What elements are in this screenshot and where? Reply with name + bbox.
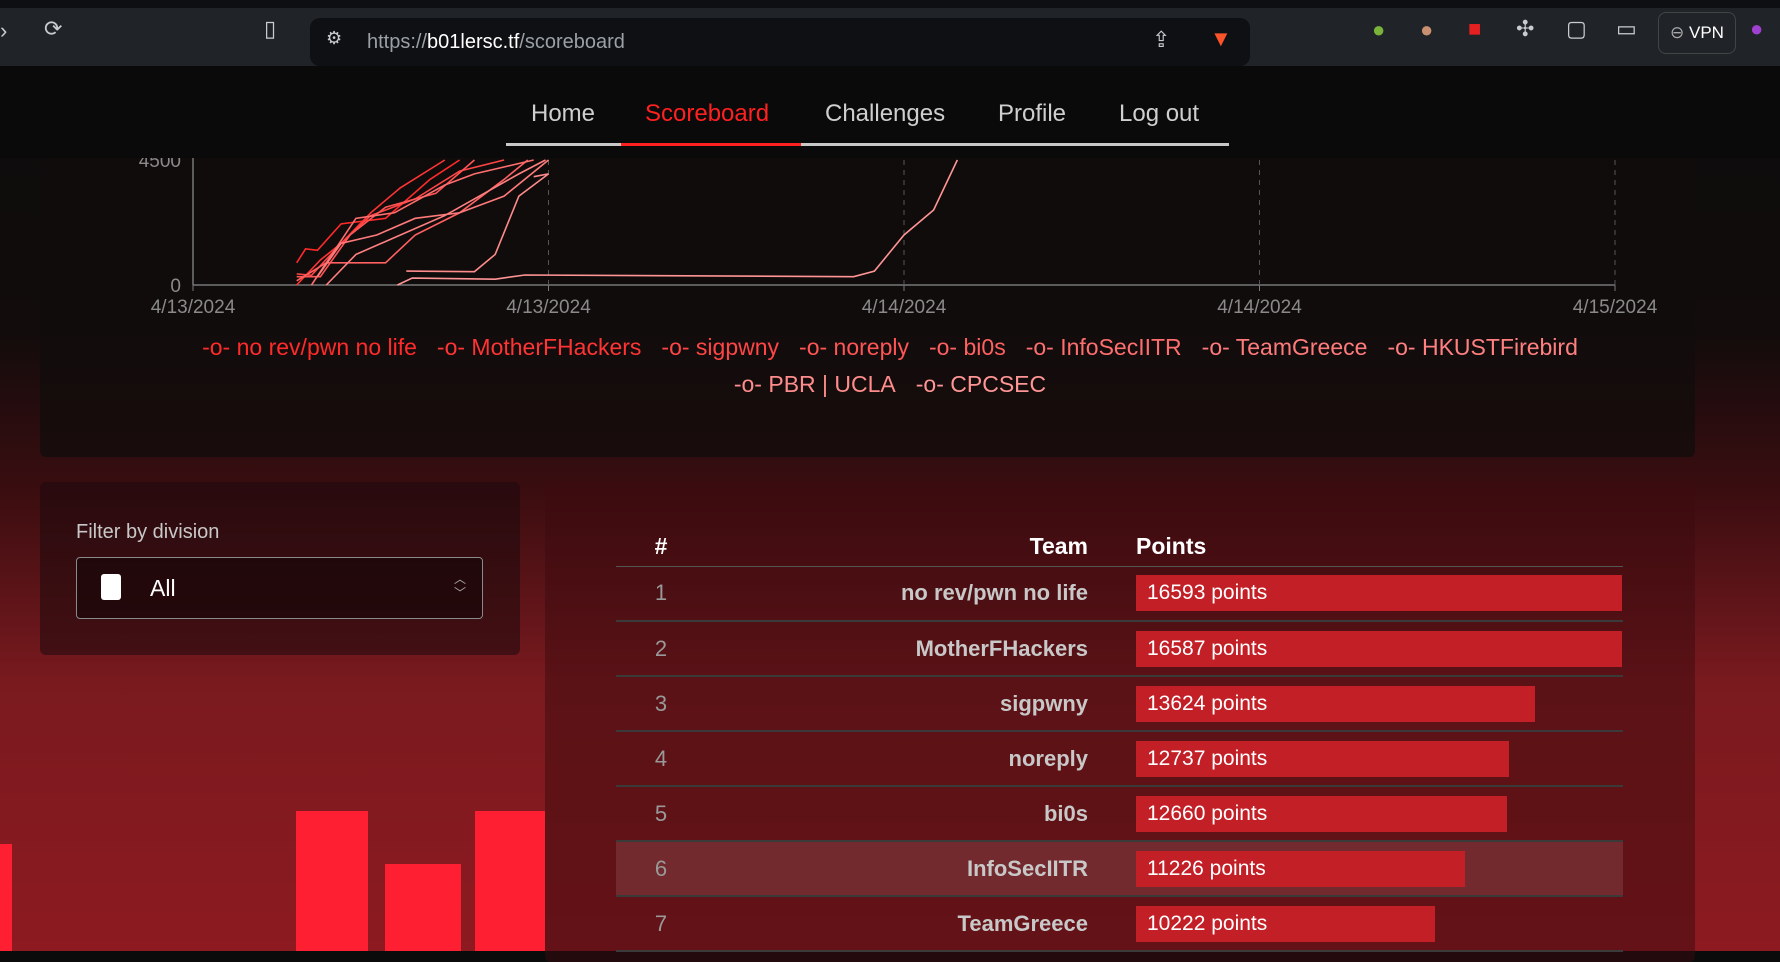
points-cell: 16593 points xyxy=(1136,566,1623,622)
team-name[interactable]: noreply xyxy=(706,731,1136,787)
points-bar: 10222 points xyxy=(1136,905,1435,942)
legend-item[interactable]: -o- no rev/pwn no life xyxy=(202,334,417,361)
team-name[interactable]: sigpwny xyxy=(706,676,1136,732)
points-bar: 16587 points xyxy=(1136,630,1622,667)
header-team: Team xyxy=(706,528,1136,567)
points-bar: 16593 points xyxy=(1136,575,1622,612)
series-line-7 xyxy=(325,159,546,286)
legend-item[interactable]: -o- MotherFHackers xyxy=(437,334,642,361)
legend-marker-icon: -o- xyxy=(1025,334,1054,360)
legend-marker-icon: -o- xyxy=(1201,334,1230,360)
legend-label: noreply xyxy=(833,334,909,360)
table-row[interactable]: 4 noreply 12737 points xyxy=(616,731,1623,787)
points-cell: 13624 points xyxy=(1136,676,1623,732)
points-bar: 13624 points xyxy=(1136,685,1535,722)
nav-home[interactable]: Home xyxy=(531,100,595,128)
series-line-0 xyxy=(296,159,461,264)
x-tick-label: 4/13/2024 xyxy=(506,297,591,318)
points-cell: 11226 points xyxy=(1136,841,1623,897)
table-row[interactable]: 7 TeamGreece 10222 points xyxy=(616,896,1623,952)
legend-label: CPCSEC xyxy=(950,371,1047,397)
division-select-value: All xyxy=(150,575,176,601)
legend-item[interactable]: -o- bi0s xyxy=(929,334,1006,361)
division-select[interactable]: All ︿ ﹀ xyxy=(76,557,483,619)
table-row[interactable]: 6 InfoSecIITR 11226 points xyxy=(616,841,1623,897)
nav-profile[interactable]: Profile xyxy=(998,100,1066,128)
legend-item[interactable]: -o- TeamGreece xyxy=(1202,334,1368,361)
header-points: Points xyxy=(1136,528,1623,567)
legend-label: MotherFHackers xyxy=(471,334,642,360)
legend-row: -o- PBR | UCLA -o- CPCSEC xyxy=(0,371,1780,398)
points-bar: 12660 points xyxy=(1136,795,1507,832)
rank-cell: 6 xyxy=(616,841,706,897)
x-tick-label: 4/14/2024 xyxy=(862,297,947,318)
contact-card-icon xyxy=(101,574,121,600)
legend-item[interactable]: -o- InfoSecIITR xyxy=(1026,334,1182,361)
bg-block xyxy=(0,844,12,951)
legend-marker-icon: -o- xyxy=(436,334,466,360)
rank-cell: 3 xyxy=(616,676,706,732)
legend-label: TeamGreece xyxy=(1235,334,1368,360)
rank-cell: 1 xyxy=(616,566,706,622)
y-tick-label: 0 xyxy=(170,276,181,297)
x-tick-label: 4/13/2024 xyxy=(151,297,236,318)
legend-label: HKUSTFirebird xyxy=(1421,334,1578,360)
legend-label: PBR | UCLA xyxy=(768,371,896,397)
nav-scoreboard[interactable]: Scoreboard xyxy=(645,100,769,128)
legend-marker-icon: -o- xyxy=(1387,334,1416,360)
chevron-updown-icon: ︿ ﹀ xyxy=(453,572,466,600)
legend-item[interactable]: -o- CPCSEC xyxy=(916,371,1046,398)
legend-marker-icon: -o- xyxy=(928,334,958,360)
table-row[interactable]: 1 no rev/pwn no life 16593 points xyxy=(616,566,1623,622)
points-cell: 16587 points xyxy=(1136,621,1623,677)
bg-block xyxy=(475,811,545,951)
legend-row: -o- no rev/pwn no life -o- MotherFHackers… xyxy=(0,334,1780,361)
legend-item[interactable]: -o- noreply xyxy=(799,334,909,361)
nav-active-indicator xyxy=(621,143,801,146)
legend-marker-icon: -o- xyxy=(915,371,944,397)
legend-item[interactable]: -o- sigpwny xyxy=(661,334,779,361)
table-row[interactable]: 5 bi0s 12660 points xyxy=(616,786,1623,842)
x-tick-label: 4/14/2024 xyxy=(1217,297,1302,318)
x-tick-label: 4/15/2024 xyxy=(1573,297,1658,318)
table-row[interactable]: 2 MotherFHackers 16587 points xyxy=(616,621,1623,677)
filter-card: Filter by division All ︿ ﹀ xyxy=(40,482,520,655)
rank-cell: 5 xyxy=(616,786,706,842)
legend-label: sigpwny xyxy=(695,334,780,360)
team-name[interactable]: no rev/pwn no life xyxy=(706,566,1136,622)
team-name[interactable]: TeamGreece xyxy=(706,896,1136,952)
filter-label: Filter by division xyxy=(76,521,220,543)
points-cell: 12660 points xyxy=(1136,786,1623,842)
legend-marker-icon: -o- xyxy=(733,371,762,397)
header-rank: # xyxy=(616,528,706,567)
points-bar: 11226 points xyxy=(1136,850,1465,887)
scoreboard-table: # Team Points 1 no rev/pwn no life 16593… xyxy=(616,528,1623,952)
legend-item[interactable]: -o- PBR | UCLA xyxy=(734,371,896,398)
rank-cell: 4 xyxy=(616,731,706,787)
rank-cell: 7 xyxy=(616,896,706,952)
bg-block xyxy=(385,864,461,951)
nav-logout[interactable]: Log out xyxy=(1119,100,1199,128)
points-bar: 12737 points xyxy=(1136,740,1509,777)
series-line-2 xyxy=(296,159,505,277)
points-cell: 10222 points xyxy=(1136,896,1623,952)
table-row[interactable]: 3 sigpwny 13624 points xyxy=(616,676,1623,732)
legend-marker-icon: -o- xyxy=(661,334,690,360)
nav-challenges[interactable]: Challenges xyxy=(825,100,945,128)
points-cell: 12737 points xyxy=(1136,731,1623,787)
team-name[interactable]: MotherFHackers xyxy=(706,621,1136,677)
legend-marker-icon: -o- xyxy=(202,334,231,360)
team-name[interactable]: bi0s xyxy=(706,786,1136,842)
team-name[interactable]: InfoSecIITR xyxy=(706,841,1136,897)
nav-underline xyxy=(506,143,1229,146)
legend-label: bi0s xyxy=(963,334,1006,360)
legend-label: InfoSecIITR xyxy=(1060,334,1182,360)
bg-block xyxy=(296,811,368,951)
legend-marker-icon: -o- xyxy=(799,334,828,360)
rank-cell: 2 xyxy=(616,621,706,677)
legend-label: no rev/pwn no life xyxy=(236,334,417,360)
legend-item[interactable]: -o- HKUSTFirebird xyxy=(1387,334,1577,361)
